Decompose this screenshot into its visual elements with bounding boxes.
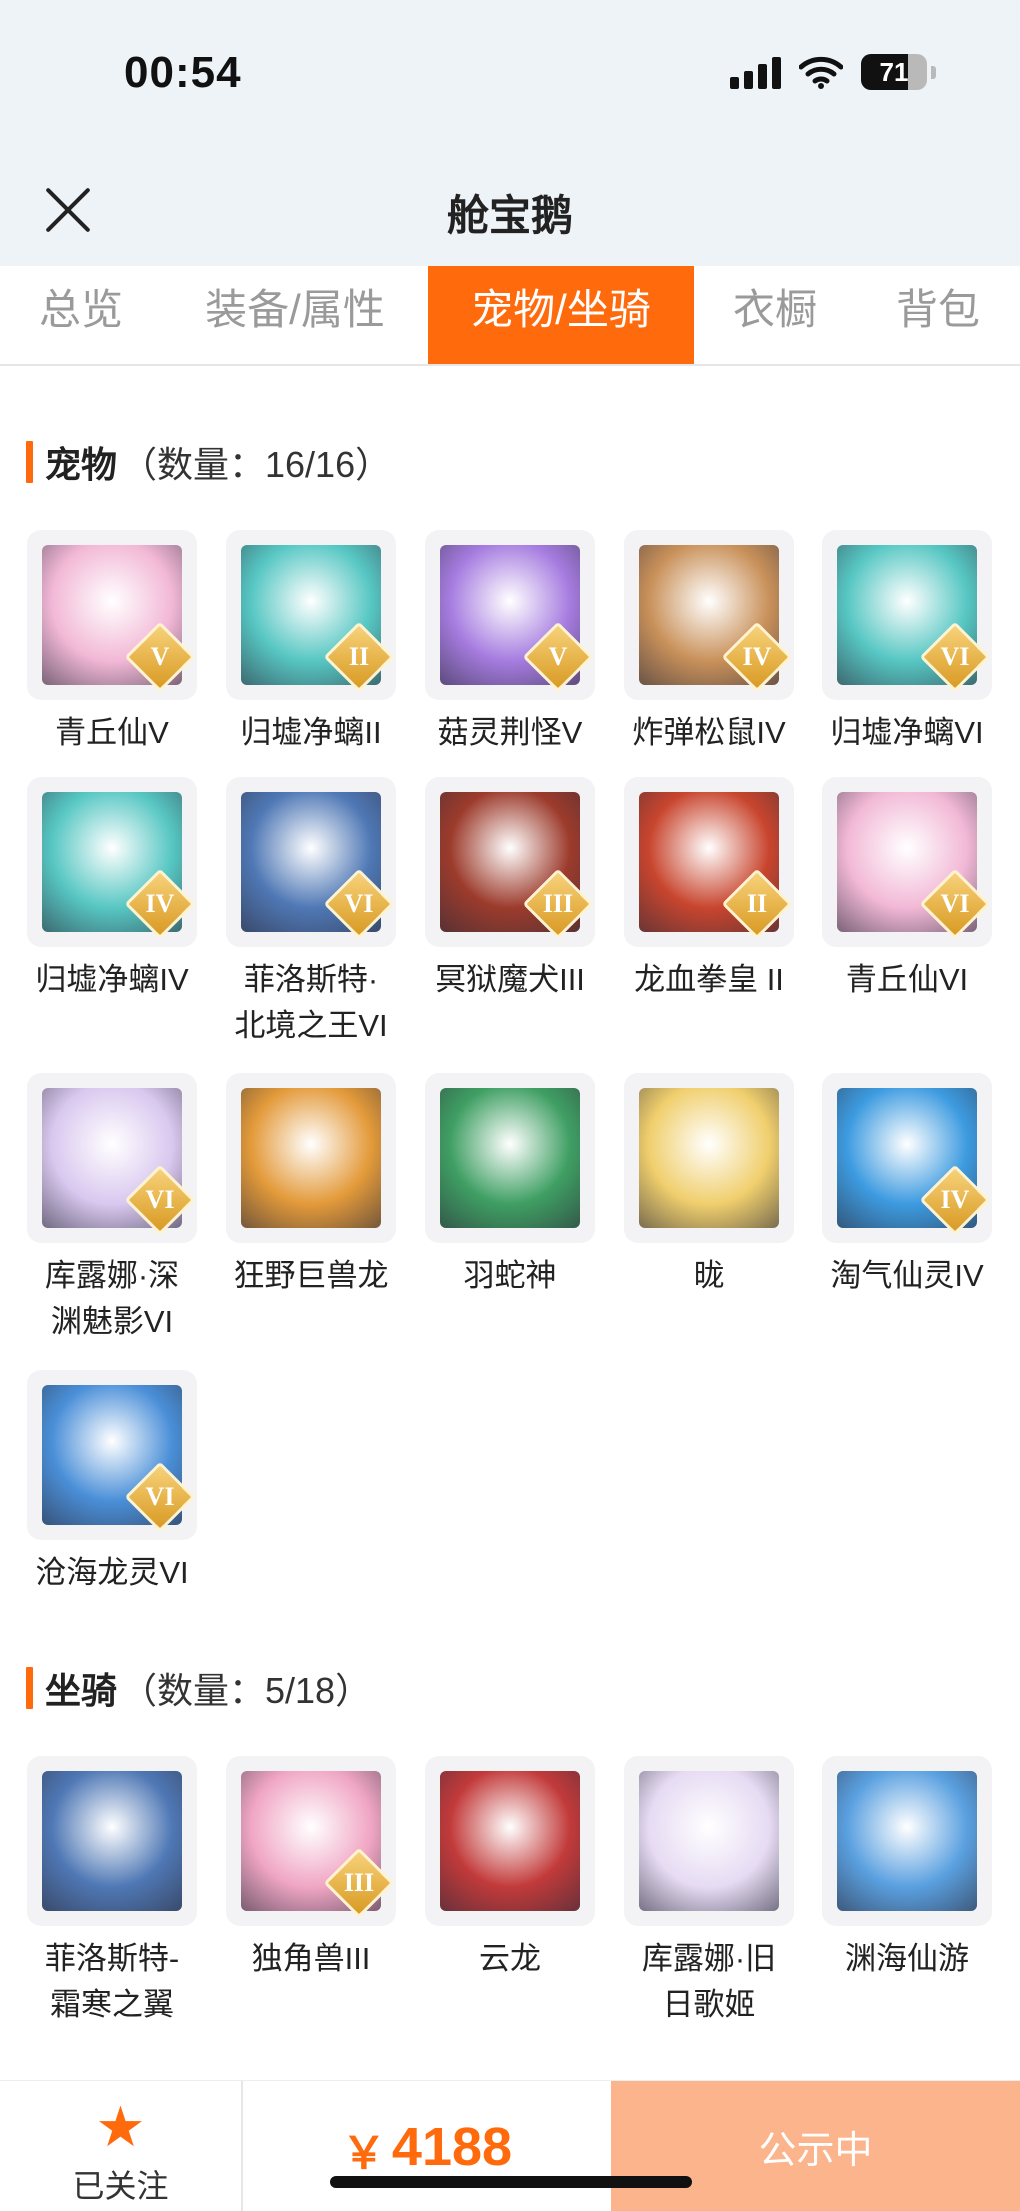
status-button[interactable]: 公示中 xyxy=(611,2081,1020,2211)
item-thumbnail: VI xyxy=(226,777,396,947)
price-amount: 4188 xyxy=(391,2116,513,2177)
price: ￥ 4188 xyxy=(243,2081,611,2211)
item-thumbnail: II xyxy=(226,530,396,700)
tab-bar: 总览 装备/属性 宠物/坐骑 衣橱 背包 xyxy=(0,266,1020,366)
tab-equipment[interactable]: 装备/属性 xyxy=(162,266,428,364)
item-name: 独角兽III xyxy=(251,1941,371,1976)
battery-level: 71 xyxy=(879,56,909,87)
feathered-serpent-portrait xyxy=(440,1088,580,1228)
status-icons: 71 xyxy=(730,54,936,90)
item-name: 菇灵荆怪V xyxy=(437,715,583,750)
item-name: 青丘仙V xyxy=(55,715,169,750)
pet-item[interactable]: VI 归墟净螭VI xyxy=(808,530,1006,756)
item-thumbnail: III xyxy=(226,1756,396,1926)
item-thumbnail: III xyxy=(425,777,595,947)
bottom-bar: ★ 已关注 ￥ 4188 公示中 xyxy=(0,2080,1020,2211)
item-thumbnail: V xyxy=(425,530,595,700)
tab-pets-mounts[interactable]: 宠物/坐骑 xyxy=(428,266,694,364)
pet-item[interactable]: V 菇灵荆怪V xyxy=(411,530,609,756)
item-name: 狂野巨兽龙 xyxy=(233,1258,389,1293)
status-time: 00:54 xyxy=(124,48,242,97)
item-name: 龙血拳皇 II xyxy=(634,962,784,997)
item-thumbnail: VI xyxy=(822,530,992,700)
star-icon: ★ xyxy=(95,2095,146,2158)
pet-item[interactable]: II 龙血拳皇 II xyxy=(610,777,808,1003)
item-thumbnail: VI xyxy=(822,777,992,947)
tab-overview[interactable]: 总览 xyxy=(0,266,162,364)
mount-item[interactable]: 云龙 xyxy=(411,1756,609,1982)
item-name: 库露娜·旧 日歌姬 xyxy=(641,1941,777,2022)
item-name: 渊海仙游 xyxy=(845,1941,969,1976)
pet-item[interactable]: 狂野巨兽龙 xyxy=(212,1073,410,1299)
item-thumbnail: IV xyxy=(27,777,197,947)
item-name: 青丘仙VI xyxy=(845,962,969,997)
wild-beast-dragon-portrait xyxy=(241,1088,381,1228)
abyss-sea-traveler-portrait xyxy=(837,1771,977,1911)
pet-item[interactable]: VI 青丘仙VI xyxy=(808,777,1006,1003)
pet-item[interactable]: VI 库露娜·深 渊魅影VI xyxy=(13,1073,211,1345)
item-thumbnail xyxy=(624,1073,794,1243)
item-thumbnail: V xyxy=(27,530,197,700)
item-name: 归墟净螭II xyxy=(240,715,382,750)
home-indicator xyxy=(330,2176,692,2188)
pet-item[interactable]: VI 沧海龙灵VI xyxy=(13,1370,211,1596)
item-thumbnail xyxy=(624,1756,794,1926)
battery-icon: 71 xyxy=(861,54,927,90)
pet-item[interactable]: II 归墟净螭II xyxy=(212,530,410,756)
item-name: 归墟净螭IV xyxy=(35,962,189,997)
item-name: 冥狱魔犬III xyxy=(435,962,585,997)
page-title: 舱宝鹅 xyxy=(446,192,573,239)
item-thumbnail xyxy=(425,1073,595,1243)
frost-wing-mount-portrait xyxy=(42,1771,182,1911)
pet-item[interactable]: 昽 xyxy=(610,1073,808,1299)
signal-icon xyxy=(730,55,781,89)
pet-item[interactable]: 羽蛇神 xyxy=(411,1073,609,1299)
pet-item[interactable]: IV 炸弹松鼠IV xyxy=(610,530,808,756)
price-currency: ￥ xyxy=(341,2128,386,2178)
tab-wardrobe[interactable]: 衣橱 xyxy=(694,266,856,364)
mount-item[interactable]: III 独角兽III xyxy=(212,1756,410,1982)
item-thumbnail xyxy=(226,1073,396,1243)
item-name: 菲洛斯特· 北境之王VI xyxy=(234,962,388,1043)
golden-deity-portrait xyxy=(639,1088,779,1228)
item-name: 炸弹松鼠IV xyxy=(632,715,786,750)
item-thumbnail: II xyxy=(624,777,794,947)
item-name: 云龙 xyxy=(479,1941,541,1976)
mounts-title: 坐骑 xyxy=(45,1670,118,1711)
pet-item[interactable]: III 冥狱魔犬III xyxy=(411,777,609,1003)
item-name: 羽蛇神 xyxy=(463,1258,557,1293)
item-thumbnail: VI xyxy=(27,1370,197,1540)
item-name: 菲洛斯特- 霜寒之翼 xyxy=(44,1941,180,2022)
pets-title: 宠物 xyxy=(45,444,118,485)
mounts-count: （数量：5/18） xyxy=(121,1670,372,1711)
kuluna-songstress-portrait xyxy=(639,1771,779,1911)
pet-item[interactable]: IV 淘气仙灵IV xyxy=(808,1073,1006,1299)
pet-item[interactable]: VI 菲洛斯特· 北境之王VI xyxy=(212,777,410,1049)
mount-item[interactable]: 库露娜·旧 日歌姬 xyxy=(610,1756,808,2028)
pets-count: （数量：16/16） xyxy=(121,444,392,485)
item-name: 归墟净螭VI xyxy=(830,715,984,750)
item-thumbnail: IV xyxy=(822,1073,992,1243)
item-name: 淘气仙灵IV xyxy=(830,1258,984,1293)
mounts-section-title: 坐骑 （数量：5/18） xyxy=(26,1666,371,1711)
wifi-icon xyxy=(799,56,843,89)
item-thumbnail xyxy=(27,1756,197,1926)
follow-label: 已关注 xyxy=(72,2168,169,2204)
header-area: 00:54 71 舱宝鹅 xyxy=(0,0,1020,266)
item-name: 沧海龙灵VI xyxy=(35,1555,189,1590)
follow-button[interactable]: ★ 已关注 xyxy=(0,2081,243,2211)
item-thumbnail xyxy=(822,1756,992,1926)
tab-backpack[interactable]: 背包 xyxy=(856,266,1020,364)
item-name: 昽 xyxy=(693,1258,725,1293)
pet-item[interactable]: V 青丘仙V xyxy=(13,530,211,756)
mount-item[interactable]: 菲洛斯特- 霜寒之翼 xyxy=(13,1756,211,2028)
pet-item[interactable]: IV 归墟净螭IV xyxy=(13,777,211,1003)
item-thumbnail: VI xyxy=(27,1073,197,1243)
pets-section-title: 宠物 （数量：16/16） xyxy=(26,440,391,485)
item-thumbnail: IV xyxy=(624,530,794,700)
mount-item[interactable]: 渊海仙游 xyxy=(808,1756,1006,1982)
item-thumbnail xyxy=(425,1756,595,1926)
item-name: 库露娜·深 渊魅影VI xyxy=(44,1258,180,1339)
red-cloud-dragon-portrait xyxy=(440,1771,580,1911)
